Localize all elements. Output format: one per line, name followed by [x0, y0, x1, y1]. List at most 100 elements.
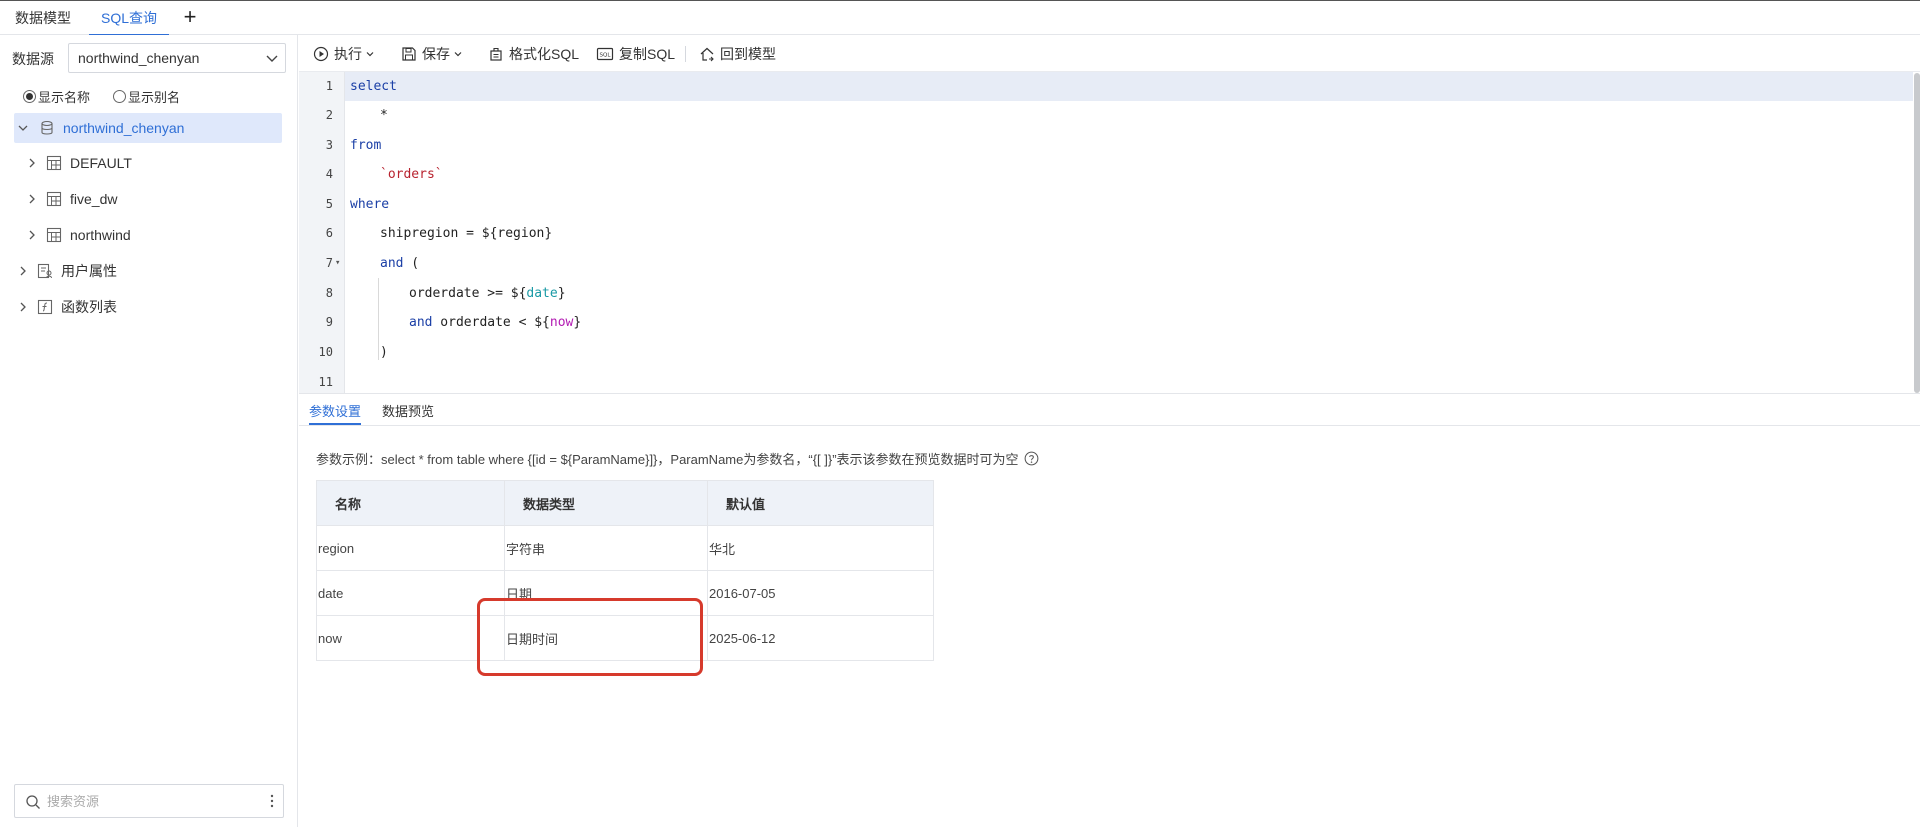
back-to-model-button[interactable]: 回到模型 — [699, 43, 776, 65]
more-vertical-icon[interactable] — [269, 793, 275, 809]
line-number: 9 — [325, 315, 333, 329]
code-token: orderdate < ${ — [432, 315, 550, 330]
param-default-cell[interactable]: 华北 — [707, 525, 934, 571]
radio-checked-icon — [23, 90, 36, 103]
tree-item-label: northwind_chenyan — [63, 120, 185, 136]
fold-toggle-icon[interactable]: ▾ — [335, 258, 343, 268]
line-number: 3 — [325, 138, 333, 152]
search-input[interactable] — [47, 791, 257, 811]
line-number: 11 — [318, 375, 333, 389]
chevron-right-icon — [20, 266, 26, 276]
resource-search[interactable] — [14, 784, 284, 818]
save-icon — [402, 47, 416, 61]
sql-editor[interactable]: 1 2 3 4 5 6 7 ▾ 8 9 10 11 select * from … — [299, 71, 1920, 394]
format-icon — [490, 47, 502, 61]
code-token: orderdate >= ${ — [409, 286, 527, 301]
save-button[interactable]: 保存 — [401, 43, 468, 65]
param-name-cell[interactable]: region — [316, 525, 505, 571]
run-button[interactable]: 执行 — [313, 43, 380, 65]
radio-show-name-label: 显示名称 — [38, 90, 91, 105]
home-return-icon — [700, 47, 714, 62]
add-tab-icon[interactable]: + — [180, 4, 200, 30]
line-number: 8 — [325, 286, 333, 300]
chevron-down-icon — [18, 125, 28, 131]
radio-show-name[interactable]: 显示名称 — [23, 87, 90, 106]
editor-scrollbar[interactable] — [1914, 73, 1920, 393]
copy-sql-button[interactable]: SQL 复制SQL — [596, 43, 675, 65]
code-line: orderdate >= ${date} — [409, 286, 566, 301]
sql-toolbar: 执行 保存 格式化SQL SQL 复制SQL 回到模型 — [299, 35, 1920, 71]
chevron-right-icon — [29, 194, 35, 204]
line-number: 1 — [325, 79, 333, 93]
copy-sql-icon: SQL — [596, 47, 614, 61]
param-hint: 参数示例：select * from table where {[id = ${… — [316, 449, 1039, 468]
code-token: and — [409, 315, 433, 330]
chevron-right-icon — [29, 158, 35, 168]
user-attribute-icon — [37, 263, 52, 279]
line-number: 2 — [325, 108, 333, 122]
param-default-cell[interactable]: 2025-06-12 — [707, 615, 934, 661]
datasource-select[interactable]: northwind_chenyan — [68, 43, 286, 73]
code-line: where — [350, 197, 390, 212]
schema-icon — [46, 191, 62, 207]
tree-item-northwind[interactable]: northwind — [0, 220, 298, 250]
search-icon — [26, 795, 40, 809]
param-type-cell[interactable]: 字符串 — [504, 525, 708, 571]
svg-text:SQL: SQL — [600, 53, 612, 59]
param-hint-text: 参数示例：select * from table where {[id = ${… — [316, 452, 1019, 467]
column-header: 数据类型 — [504, 480, 708, 526]
sidebar: 数据源 northwind_chenyan 显示名称 显示别名 northwin… — [0, 35, 298, 827]
code-token: now — [549, 315, 574, 330]
line-number: 10 — [318, 345, 333, 359]
annotation-highlight-box — [477, 598, 703, 676]
play-circle-icon — [313, 46, 329, 62]
indent-guide — [378, 278, 379, 360]
tree-item-label: DEFAULT — [70, 155, 132, 171]
radio-show-alias-label: 显示别名 — [128, 90, 181, 105]
save-label: 保存 — [422, 46, 450, 62]
help-icon[interactable] — [1024, 451, 1039, 466]
tree-item-user-attributes[interactable]: 用户属性 — [0, 256, 298, 286]
table-row: region 字符串 华北 — [316, 525, 934, 571]
tree-item-five-dw[interactable]: five_dw — [0, 184, 298, 214]
tree-item-label: five_dw — [70, 191, 118, 207]
code-line: and ( — [380, 256, 419, 271]
run-label: 执行 — [334, 46, 362, 62]
tree-item-root[interactable]: northwind_chenyan — [14, 113, 282, 143]
param-default-cell[interactable]: 2016-07-05 — [707, 570, 934, 616]
code-line: shipregion = ${region} — [380, 226, 553, 241]
bottom-tab-bar: 参数设置 数据预览 — [299, 394, 1920, 426]
datasource-value: northwind_chenyan — [78, 50, 200, 66]
code-line: select — [350, 79, 397, 94]
copy-sql-label: 复制SQL — [619, 46, 676, 62]
chevron-down-icon — [366, 52, 374, 57]
format-sql-label: 格式化SQL — [509, 46, 580, 62]
code-token: date — [526, 286, 558, 301]
column-header: 名称 — [316, 480, 505, 526]
tree-item-label: northwind — [70, 227, 131, 243]
line-number: 5 — [325, 197, 333, 211]
table-header-row: 名称 数据类型 默认值 — [316, 480, 934, 526]
chevron-right-icon — [20, 302, 26, 312]
radio-show-alias[interactable]: 显示别名 — [113, 87, 180, 106]
line-number: 7 — [325, 256, 333, 270]
schema-icon — [46, 227, 62, 243]
tab-sql-query[interactable]: SQL查询 — [88, 1, 170, 36]
column-header: 默认值 — [707, 480, 934, 526]
format-sql-button[interactable]: 格式化SQL — [488, 43, 579, 65]
code-line: * — [380, 108, 388, 123]
chevron-down-icon — [454, 52, 462, 57]
tab-data-preview[interactable]: 数据预览 — [382, 401, 434, 425]
line-number: 6 — [325, 226, 333, 240]
chevron-right-icon — [29, 230, 35, 240]
tab-param-settings[interactable]: 参数设置 — [309, 401, 362, 425]
schema-icon — [46, 155, 62, 171]
tree-item-default[interactable]: DEFAULT — [0, 148, 298, 178]
tree-item-functions[interactable]: 函数列表 — [0, 292, 298, 322]
tree-item-label: 函数列表 — [61, 299, 117, 315]
database-icon — [41, 120, 53, 135]
function-list-icon — [37, 299, 53, 315]
code-line: ) — [380, 345, 388, 360]
tab-data-model[interactable]: 数据模型 — [15, 1, 71, 35]
active-line-highlight — [299, 72, 1913, 101]
